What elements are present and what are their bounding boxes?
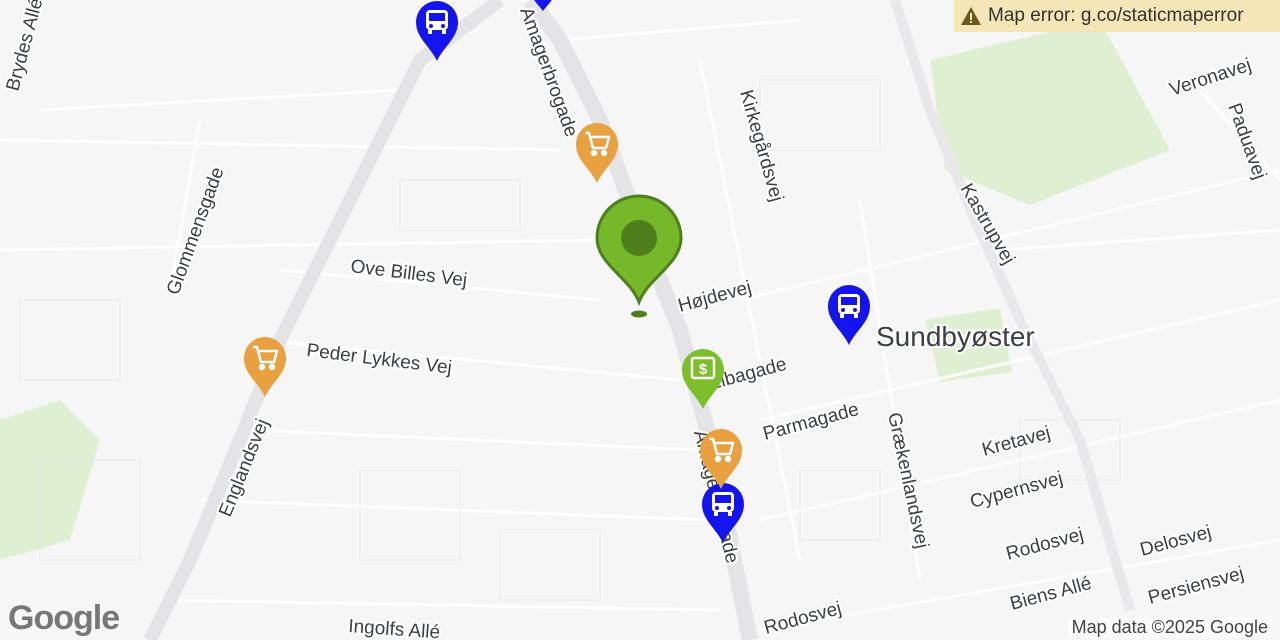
label-rodosvej-2: Rodosvej (762, 598, 844, 639)
bus-stop-marker[interactable] (826, 282, 872, 351)
label-paduavej: Paduavej (1223, 101, 1270, 183)
park-area (0, 400, 100, 560)
map-error-banner[interactable]: Map error: g.co/staticmaperror (954, 0, 1280, 32)
label-cypernsvej: Cypernsvej (968, 468, 1065, 513)
location-pin-marker[interactable] (594, 194, 684, 323)
shopping-marker[interactable] (698, 426, 744, 495)
label-hojdevej: Højdevej (676, 277, 754, 317)
bus-stop-marker[interactable] (414, 0, 460, 67)
label-ove-billes: Ove Billes Vej (349, 256, 468, 291)
location-pin-icon (621, 220, 657, 256)
label-kirkegardsvej: Kirkegårdsvej (735, 88, 787, 204)
map-canvas[interactable]: Brydes Allé Glommensgade Ove Billes Vej … (0, 0, 1280, 640)
label-glommensgade: Glommensgade (163, 164, 229, 297)
road-englandsvej (143, 0, 505, 640)
label-parmagade: Parmagade (761, 399, 861, 445)
area-label-sundbyoster: Sundbyøster (876, 321, 1035, 352)
atm-marker[interactable]: $ (680, 346, 726, 415)
bus-stop-marker[interactable] (526, 0, 560, 17)
label-veronavej: Veronavej (1167, 55, 1254, 101)
svg-text:$: $ (699, 361, 708, 378)
label-rodosvej-1: Rodosvej (1004, 524, 1086, 565)
park-area (930, 20, 1170, 205)
label-peder-lykkes: Peder Lykkes Vej (305, 340, 453, 379)
label-brydes: Brydes Allé (3, 0, 48, 93)
shopping-marker[interactable] (574, 120, 620, 189)
shopping-marker[interactable] (242, 334, 288, 403)
google-logo: Google (8, 599, 120, 637)
map-attribution[interactable]: Map data ©2025 Google (1067, 617, 1272, 638)
map-error-text: Map error: g.co/staticmaperror (988, 5, 1244, 26)
warning-icon (961, 7, 981, 25)
label-ingolfs: Ingolfs Allé (348, 616, 441, 640)
label-persiensvej: Persiensvej (1146, 563, 1246, 609)
